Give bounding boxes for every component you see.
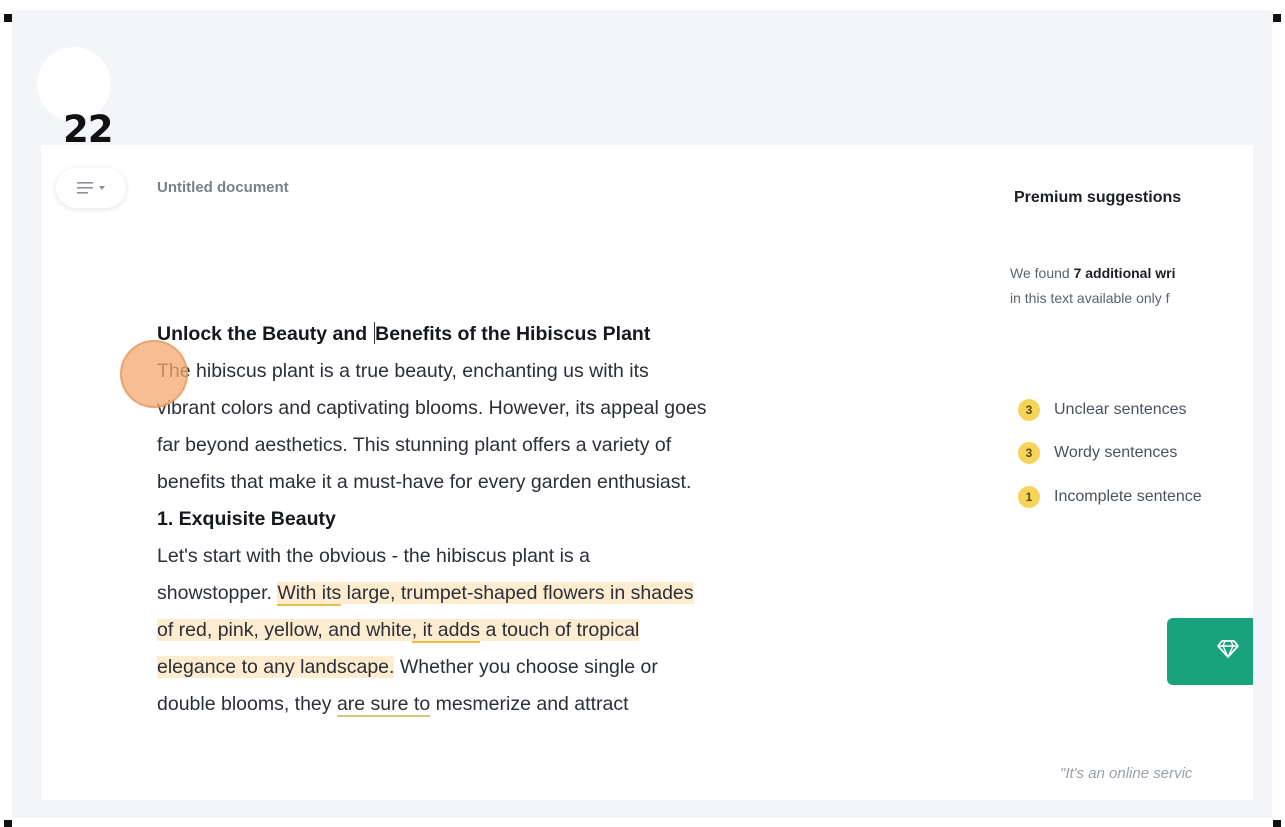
issue-count-badge: 1: [1018, 486, 1040, 508]
description-count: 7 additional wri: [1073, 265, 1176, 281]
paragraph-line: The hibiscus plant is a true beauty, enc…: [157, 360, 649, 382]
issue-item[interactable]: 3 Unclear sentences: [1018, 399, 1187, 421]
diamond-icon: [1217, 640, 1239, 663]
issue-count-badge: 3: [1018, 442, 1040, 464]
text-segment: showstopper.: [157, 582, 278, 604]
suggestion-underline[interactable]: are sure to: [336, 693, 431, 717]
text-segment: mesmerize and attract: [430, 693, 629, 715]
premium-suggestions-panel: Premium suggestions We found 7 additiona…: [1000, 145, 1253, 800]
issue-label: Incomplete sentence: [1054, 488, 1202, 505]
paragraph-line: benefits that make it a must-have for ev…: [157, 471, 692, 493]
issue-label: Unclear sentences: [1054, 401, 1187, 418]
get-premium-button[interactable]: [1167, 618, 1253, 685]
heading-part-2: Benefits of the Hibiscus Plant: [375, 323, 651, 345]
chevron-down-icon: [99, 185, 105, 191]
click-indicator: [120, 340, 188, 408]
highlighted-sentence[interactable]: of red, pink, yellow, and white, it adds…: [157, 619, 640, 643]
corner-mark-bottom-right: [1273, 820, 1281, 827]
paragraph-line: elegance to any landscape. Whether you c…: [157, 649, 897, 686]
text-segment: of red, pink, yellow, and white: [157, 619, 412, 641]
paragraph-line: double blooms, they are sure to mesmeriz…: [157, 686, 897, 723]
text-segment: a touch of tropical: [480, 619, 640, 641]
corner-mark-top-right: [1273, 14, 1281, 22]
issue-item[interactable]: 3 Wordy sentences: [1018, 442, 1177, 464]
highlighted-sentence[interactable]: elegance to any landscape.: [157, 656, 395, 678]
corner-mark-bottom-left: [4, 820, 12, 827]
paragraph-line: far beyond aesthetics. This stunning pla…: [157, 434, 672, 456]
text-segment: Whether you choose single or: [394, 656, 658, 678]
document-title[interactable]: Untitled document: [157, 179, 289, 196]
menu-lines-icon: [77, 181, 95, 195]
testimonial-quote: "It's an online servic: [1060, 765, 1193, 782]
suggestion-underline[interactable]: , it adds: [411, 619, 481, 643]
paragraph-line: showstopper. With its large, trumpet-sha…: [157, 575, 897, 612]
description-line-2: in this text available only f: [1010, 290, 1170, 306]
text-segment: double blooms, they: [157, 693, 337, 715]
text-editor[interactable]: Unlock the Beauty and Benefits of the Hi…: [157, 316, 897, 723]
issue-item[interactable]: 1 Incomplete sentence: [1018, 486, 1202, 508]
text-segment: large, trumpet-shaped flowers in shades: [341, 582, 694, 604]
document-menu-button[interactable]: [56, 168, 126, 208]
corner-mark-top-left: [4, 14, 12, 22]
issue-count-badge: 3: [1018, 399, 1040, 421]
description-prefix: We found: [1010, 265, 1074, 281]
paragraph-line: of red, pink, yellow, and white, it adds…: [157, 612, 897, 649]
heading-part-1: Unlock the Beauty and: [157, 323, 373, 345]
document-heading: Unlock the Beauty and Benefits of the Hi…: [157, 316, 897, 353]
paragraph-line: vibrant colors and captivating blooms. H…: [157, 397, 707, 419]
section-subheading: 1. Exquisite Beauty: [157, 508, 336, 530]
highlighted-sentence[interactable]: With its large, trumpet-shaped flowers i…: [277, 582, 694, 606]
panel-title: Premium suggestions: [1014, 189, 1182, 206]
suggestion-underline[interactable]: With its: [277, 582, 342, 606]
issue-label: Wordy sentences: [1054, 444, 1178, 461]
paragraph-line: Let's start with the obvious - the hibis…: [157, 545, 590, 567]
panel-description: We found 7 additional wri in this text a…: [1010, 261, 1253, 311]
